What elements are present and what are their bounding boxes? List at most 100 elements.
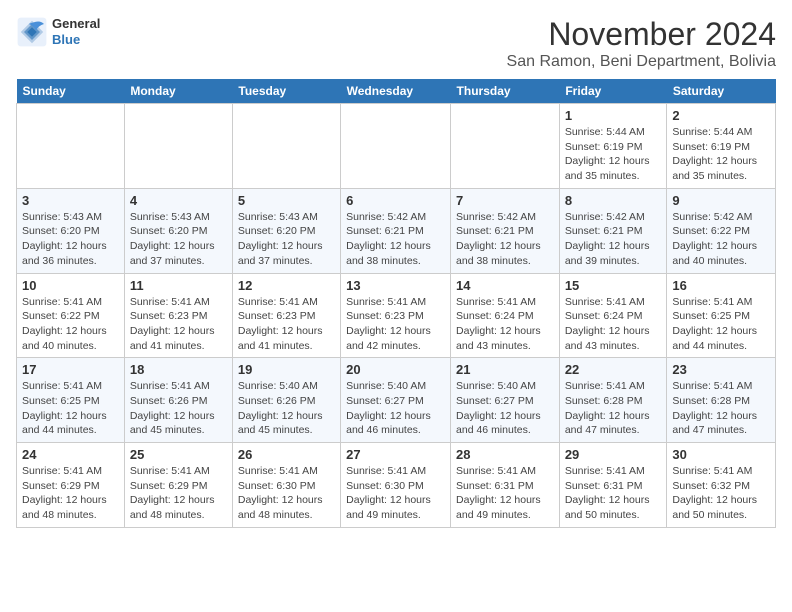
calendar-day-header: Sunday xyxy=(17,79,125,104)
day-number: 24 xyxy=(22,447,119,462)
page-header: General Blue November 2024 San Ramon, Be… xyxy=(16,16,776,71)
calendar-day-header: Saturday xyxy=(667,79,776,104)
day-detail: Sunrise: 5:41 AMSunset: 6:28 PMDaylight:… xyxy=(672,379,770,438)
day-detail: Sunrise: 5:41 AMSunset: 6:28 PMDaylight:… xyxy=(565,379,662,438)
day-number: 16 xyxy=(672,278,770,293)
calendar-cell: 5 Sunrise: 5:43 AMSunset: 6:20 PMDaylight… xyxy=(232,188,340,273)
day-detail: Sunrise: 5:41 AMSunset: 6:29 PMDaylight:… xyxy=(130,464,227,523)
day-detail: Sunrise: 5:40 AMSunset: 6:27 PMDaylight:… xyxy=(456,379,554,438)
calendar-cell: 10 Sunrise: 5:41 AMSunset: 6:22 PMDayligh… xyxy=(17,273,125,358)
calendar-week-row: 1 Sunrise: 5:44 AMSunset: 6:19 PMDaylight… xyxy=(17,104,776,189)
calendar-cell: 21 Sunrise: 5:40 AMSunset: 6:27 PMDayligh… xyxy=(451,358,560,443)
day-detail: Sunrise: 5:40 AMSunset: 6:26 PMDaylight:… xyxy=(238,379,335,438)
day-detail: Sunrise: 5:42 AMSunset: 6:21 PMDaylight:… xyxy=(456,210,554,269)
day-detail: Sunrise: 5:41 AMSunset: 6:32 PMDaylight:… xyxy=(672,464,770,523)
calendar-cell xyxy=(451,104,560,189)
calendar-cell: 15 Sunrise: 5:41 AMSunset: 6:24 PMDayligh… xyxy=(559,273,667,358)
calendar-week-row: 3 Sunrise: 5:43 AMSunset: 6:20 PMDaylight… xyxy=(17,188,776,273)
calendar-week-row: 10 Sunrise: 5:41 AMSunset: 6:22 PMDayligh… xyxy=(17,273,776,358)
day-detail: Sunrise: 5:43 AMSunset: 6:20 PMDaylight:… xyxy=(238,210,335,269)
day-number: 26 xyxy=(238,447,335,462)
calendar-cell: 24 Sunrise: 5:41 AMSunset: 6:29 PMDayligh… xyxy=(17,443,125,528)
calendar-cell: 7 Sunrise: 5:42 AMSunset: 6:21 PMDaylight… xyxy=(451,188,560,273)
day-number: 1 xyxy=(565,108,662,123)
calendar-cell: 19 Sunrise: 5:40 AMSunset: 6:26 PMDayligh… xyxy=(232,358,340,443)
calendar-cell: 23 Sunrise: 5:41 AMSunset: 6:28 PMDayligh… xyxy=(667,358,776,443)
day-number: 21 xyxy=(456,362,554,377)
day-number: 18 xyxy=(130,362,227,377)
title-area: November 2024 San Ramon, Beni Department… xyxy=(507,16,776,71)
day-detail: Sunrise: 5:41 AMSunset: 6:24 PMDaylight:… xyxy=(565,295,662,354)
day-detail: Sunrise: 5:41 AMSunset: 6:26 PMDaylight:… xyxy=(130,379,227,438)
calendar-header-row: SundayMondayTuesdayWednesdayThursdayFrid… xyxy=(17,79,776,104)
day-detail: Sunrise: 5:41 AMSunset: 6:29 PMDaylight:… xyxy=(22,464,119,523)
day-detail: Sunrise: 5:41 AMSunset: 6:25 PMDaylight:… xyxy=(672,295,770,354)
day-number: 4 xyxy=(130,193,227,208)
calendar-cell: 11 Sunrise: 5:41 AMSunset: 6:23 PMDayligh… xyxy=(124,273,232,358)
day-detail: Sunrise: 5:42 AMSunset: 6:21 PMDaylight:… xyxy=(565,210,662,269)
calendar-cell: 4Sunrise: 5:43 AMSunset: 6:20 PMDaylight… xyxy=(124,188,232,273)
day-detail: Sunrise: 5:41 AMSunset: 6:23 PMDaylight:… xyxy=(130,295,227,354)
calendar-cell xyxy=(124,104,232,189)
calendar-cell: 13 Sunrise: 5:41 AMSunset: 6:23 PMDayligh… xyxy=(341,273,451,358)
calendar-cell: 20Sunrise: 5:40 AMSunset: 6:27 PMDayligh… xyxy=(341,358,451,443)
day-number: 9 xyxy=(672,193,770,208)
day-number: 12 xyxy=(238,278,335,293)
calendar-cell: 8Sunrise: 5:42 AMSunset: 6:21 PMDaylight… xyxy=(559,188,667,273)
calendar-cell: 1Sunrise: 5:44 AMSunset: 6:19 PMDaylight… xyxy=(559,104,667,189)
calendar-cell: 12Sunrise: 5:41 AMSunset: 6:23 PMDayligh… xyxy=(232,273,340,358)
logo-line2: Blue xyxy=(52,32,100,48)
day-number: 13 xyxy=(346,278,445,293)
day-number: 28 xyxy=(456,447,554,462)
day-detail: Sunrise: 5:44 AMSunset: 6:19 PMDaylight:… xyxy=(672,125,770,184)
day-detail: Sunrise: 5:40 AMSunset: 6:27 PMDaylight:… xyxy=(346,379,445,438)
day-detail: Sunrise: 5:41 AMSunset: 6:23 PMDaylight:… xyxy=(346,295,445,354)
calendar-day-header: Tuesday xyxy=(232,79,340,104)
calendar-cell: 6Sunrise: 5:42 AMSunset: 6:21 PMDaylight… xyxy=(341,188,451,273)
day-number: 10 xyxy=(22,278,119,293)
calendar-cell: 22 Sunrise: 5:41 AMSunset: 6:28 PMDayligh… xyxy=(559,358,667,443)
day-detail: Sunrise: 5:41 AMSunset: 6:22 PMDaylight:… xyxy=(22,295,119,354)
calendar-day-header: Thursday xyxy=(451,79,560,104)
day-number: 15 xyxy=(565,278,662,293)
calendar-cell xyxy=(232,104,340,189)
day-number: 25 xyxy=(130,447,227,462)
logo: General Blue xyxy=(16,16,100,48)
day-number: 7 xyxy=(456,193,554,208)
day-number: 6 xyxy=(346,193,445,208)
calendar-cell: 16 Sunrise: 5:41 AMSunset: 6:25 PMDayligh… xyxy=(667,273,776,358)
day-detail: Sunrise: 5:41 AMSunset: 6:30 PMDaylight:… xyxy=(238,464,335,523)
logo-icon xyxy=(16,16,48,48)
calendar-cell: 27Sunrise: 5:41 AMSunset: 6:30 PMDayligh… xyxy=(341,443,451,528)
calendar-cell: 26 Sunrise: 5:41 AMSunset: 6:30 PMDayligh… xyxy=(232,443,340,528)
calendar-day-header: Monday xyxy=(124,79,232,104)
calendar-cell: 30 Sunrise: 5:41 AMSunset: 6:32 PMDayligh… xyxy=(667,443,776,528)
calendar-day-header: Wednesday xyxy=(341,79,451,104)
day-detail: Sunrise: 5:41 AMSunset: 6:24 PMDaylight:… xyxy=(456,295,554,354)
calendar-cell xyxy=(17,104,125,189)
logo-line1: General xyxy=(52,16,100,32)
day-detail: Sunrise: 5:42 AMSunset: 6:22 PMDaylight:… xyxy=(672,210,770,269)
day-number: 2 xyxy=(672,108,770,123)
calendar-cell: 3Sunrise: 5:43 AMSunset: 6:20 PMDaylight… xyxy=(17,188,125,273)
main-title: November 2024 xyxy=(507,16,776,53)
day-detail: Sunrise: 5:41 AMSunset: 6:30 PMDaylight:… xyxy=(346,464,445,523)
day-number: 11 xyxy=(130,278,227,293)
calendar-cell: 17Sunrise: 5:41 AMSunset: 6:25 PMDayligh… xyxy=(17,358,125,443)
day-number: 19 xyxy=(238,362,335,377)
day-number: 30 xyxy=(672,447,770,462)
day-number: 23 xyxy=(672,362,770,377)
day-number: 3 xyxy=(22,193,119,208)
calendar-cell: 2 Sunrise: 5:44 AMSunset: 6:19 PMDaylight… xyxy=(667,104,776,189)
day-number: 22 xyxy=(565,362,662,377)
calendar-cell: 9 Sunrise: 5:42 AMSunset: 6:22 PMDaylight… xyxy=(667,188,776,273)
calendar-cell: 28Sunrise: 5:41 AMSunset: 6:31 PMDayligh… xyxy=(451,443,560,528)
day-number: 29 xyxy=(565,447,662,462)
calendar-cell: 18 Sunrise: 5:41 AMSunset: 6:26 PMDayligh… xyxy=(124,358,232,443)
day-number: 5 xyxy=(238,193,335,208)
day-number: 14 xyxy=(456,278,554,293)
calendar-cell: 25 Sunrise: 5:41 AMSunset: 6:29 PMDayligh… xyxy=(124,443,232,528)
calendar-day-header: Friday xyxy=(559,79,667,104)
calendar-week-row: 17Sunrise: 5:41 AMSunset: 6:25 PMDayligh… xyxy=(17,358,776,443)
calendar-table: SundayMondayTuesdayWednesdayThursdayFrid… xyxy=(16,79,776,528)
